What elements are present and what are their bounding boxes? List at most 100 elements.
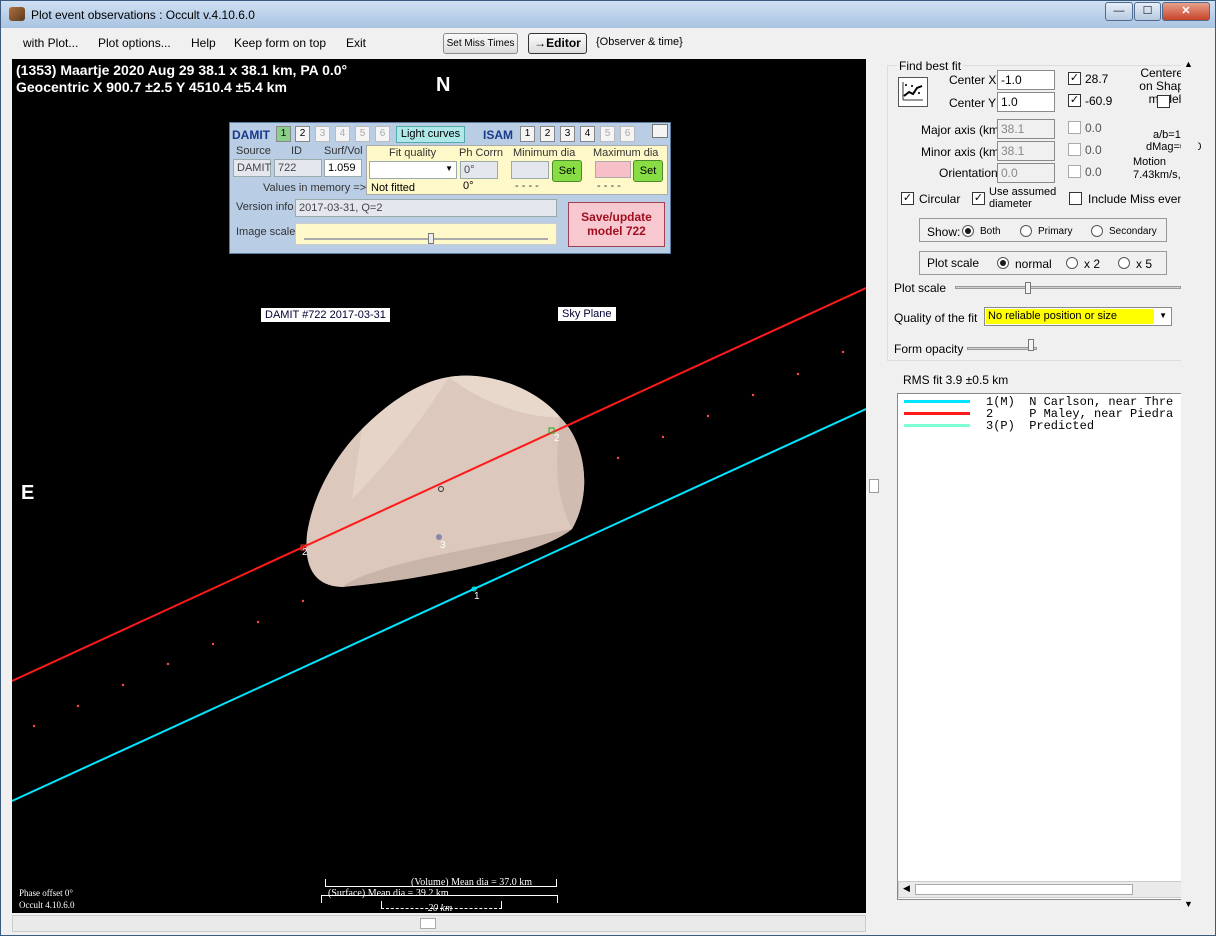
scale-x5-label: x 5 [1136, 257, 1153, 271]
use-assumed-label: Use assumed diameter [989, 186, 1057, 210]
isam-model-4-button[interactable]: 4 [580, 126, 595, 142]
major-axis-checkbox[interactable] [1068, 121, 1081, 134]
center-y-checkbox[interactable]: ✓ [1068, 94, 1081, 107]
show-secondary-radio[interactable] [1091, 225, 1103, 237]
circular-checkbox[interactable]: ✓ [901, 192, 914, 205]
find-best-fit-button[interactable] [898, 77, 928, 107]
image-scale-thumb[interactable] [428, 233, 434, 244]
damit-model-4-button[interactable]: 4 [335, 126, 350, 142]
plot-scale-slider[interactable] [955, 286, 1181, 289]
surfvol-header: Surf/Vol [324, 145, 363, 157]
damit-model-3-button[interactable]: 3 [315, 126, 330, 142]
menu-help[interactable]: Help [191, 36, 216, 50]
fit-quality-select[interactable]: ▼ [369, 161, 457, 179]
min-dia-dashes: - - - - [515, 180, 539, 192]
minor-axis-checkbox[interactable] [1068, 143, 1081, 156]
set-max-dia-button[interactable]: Set [633, 160, 663, 182]
version-info-label: Version info [236, 201, 294, 213]
chord-label-2a: 2 [554, 433, 560, 444]
fit-panel: Fit quality Ph Corrn Minimum dia Maximum… [366, 145, 668, 195]
values-in-memory-label: Values in memory => [263, 182, 367, 194]
show-secondary-label: Secondary [1109, 226, 1157, 237]
surface-mean-dia: (Surface) Mean dia = 39.2 km [328, 888, 449, 899]
title-bar[interactable]: Plot event observations : Occult v.4.10.… [1, 1, 1215, 28]
window-title: Plot event observations : Occult v.4.10.… [31, 8, 255, 22]
scale-normal-radio[interactable] [997, 257, 1009, 269]
isam-model-2-button[interactable]: 2 [540, 126, 555, 142]
north-label: N [436, 74, 451, 96]
event-header-line1: (1353) Maartje 2020 Aug 29 38.1 x 38.1 k… [16, 62, 348, 78]
ph-value-label: 0° [463, 180, 474, 192]
rms-fit: RMS fit 3.9 ±0.5 km [903, 373, 1009, 387]
close-button[interactable]: ✕ [1162, 2, 1210, 21]
center-x-fitted: 28.7 [1085, 72, 1109, 86]
menu-exit[interactable]: Exit [346, 36, 366, 50]
ph-corrn-field[interactable]: 0° [460, 161, 498, 179]
menu-keep-on-top[interactable]: Keep form on top [234, 36, 326, 50]
legend-line-2 [904, 412, 970, 415]
scale-x5-radio[interactable] [1118, 257, 1130, 269]
maximize-button[interactable]: ☐ [1134, 2, 1161, 21]
observer-legend[interactable]: 1(M) N Carlson, near Thre 2 P Maley, nea… [897, 393, 1197, 900]
isam-model-6-button[interactable]: 6 [620, 126, 635, 142]
minor-axis-input[interactable]: 38.1 [997, 141, 1055, 161]
quality-select[interactable]: No reliable position or size ▼ [984, 307, 1172, 326]
legend-item-3: 3(P) Predicted [986, 419, 1095, 433]
plot-scale-thumb[interactable] [1025, 282, 1031, 294]
scale-x2-radio[interactable] [1066, 257, 1078, 269]
damit-collapse-button[interactable] [652, 124, 668, 138]
model-label: DAMIT #722 2017-03-31 [261, 308, 390, 322]
set-min-dia-button[interactable]: Set [552, 160, 582, 182]
minimize-button[interactable]: — [1105, 2, 1133, 21]
centered-on-shape-checkbox[interactable] [1157, 95, 1170, 108]
center-x-label: Center X [949, 73, 997, 87]
editor-button[interactable]: →Editor [528, 33, 587, 54]
image-scale-slider[interactable] [295, 223, 557, 245]
orientation-checkbox[interactable] [1068, 165, 1081, 178]
max-dia-header: Maximum dia [593, 147, 659, 159]
center-x-input[interactable]: -1.0 [997, 70, 1055, 90]
show-both-radio[interactable] [962, 225, 974, 237]
find-best-fit-label: Find best fit [897, 59, 964, 73]
quality-label: Quality of the fit [894, 311, 978, 325]
damit-model-2-button[interactable]: 2 [295, 126, 310, 142]
plot-horizontal-scrollbar[interactable] [12, 915, 866, 932]
include-miss-checkbox[interactable] [1069, 192, 1082, 205]
legend-horizontal-scrollbar[interactable]: ◀ ▶ [898, 881, 1196, 898]
menu-bar: with Plot... Plot options... Help Keep f… [1, 29, 1215, 57]
minor-axis-label: Minor axis (km) [921, 145, 1004, 159]
panel-vertical-scrollbar[interactable]: ▲ ▼ [1181, 59, 1198, 913]
center-x-checkbox[interactable]: ✓ [1068, 72, 1081, 85]
major-axis-input[interactable]: 38.1 [997, 119, 1055, 139]
ph-corrn-header: Ph Corrn [459, 147, 504, 159]
set-miss-times-button[interactable]: Set Miss Times [443, 33, 518, 54]
min-dia-header: Minimum dia [513, 147, 576, 159]
orientation-fitted: 0.0 [1085, 165, 1102, 179]
damit-model-5-button[interactable]: 5 [355, 126, 370, 142]
menu-plot-options[interactable]: Plot options... [98, 36, 171, 50]
menu-with-plot[interactable]: with Plot... [23, 36, 78, 50]
form-opacity-thumb[interactable] [1028, 339, 1034, 351]
legend-line-3 [904, 424, 970, 427]
isam-model-5-button[interactable]: 5 [600, 126, 615, 142]
damit-model-6-button[interactable]: 6 [375, 126, 390, 142]
motion-label: Motion [1133, 156, 1167, 168]
damit-model-1-button[interactable]: 1 [276, 126, 291, 142]
isam-model-3-button[interactable]: 3 [560, 126, 575, 142]
orientation-input[interactable]: 0.0 [997, 163, 1055, 183]
save-update-model-button[interactable]: Save/update model 722 [568, 202, 665, 247]
chord-label-3: 3 [440, 540, 446, 551]
plot-scale-label: Plot scale [927, 256, 980, 270]
isam-model-1-button[interactable]: 1 [520, 126, 535, 142]
center-y-input[interactable]: 1.0 [997, 92, 1055, 112]
form-opacity-slider[interactable] [967, 347, 1037, 350]
use-assumed-checkbox[interactable]: ✓ [972, 192, 985, 205]
source-header: Source [236, 145, 271, 157]
damit-panel: DAMIT 1 2 3 4 5 6 Light curves ISAM 1 2 … [229, 122, 671, 254]
min-dia-field[interactable] [511, 161, 549, 179]
max-dia-field[interactable] [595, 161, 631, 178]
show-primary-radio[interactable] [1020, 225, 1032, 237]
legend-line-1 [904, 400, 970, 403]
minor-axis-fitted: 0.0 [1085, 143, 1102, 157]
light-curves-button[interactable]: Light curves [396, 126, 465, 143]
